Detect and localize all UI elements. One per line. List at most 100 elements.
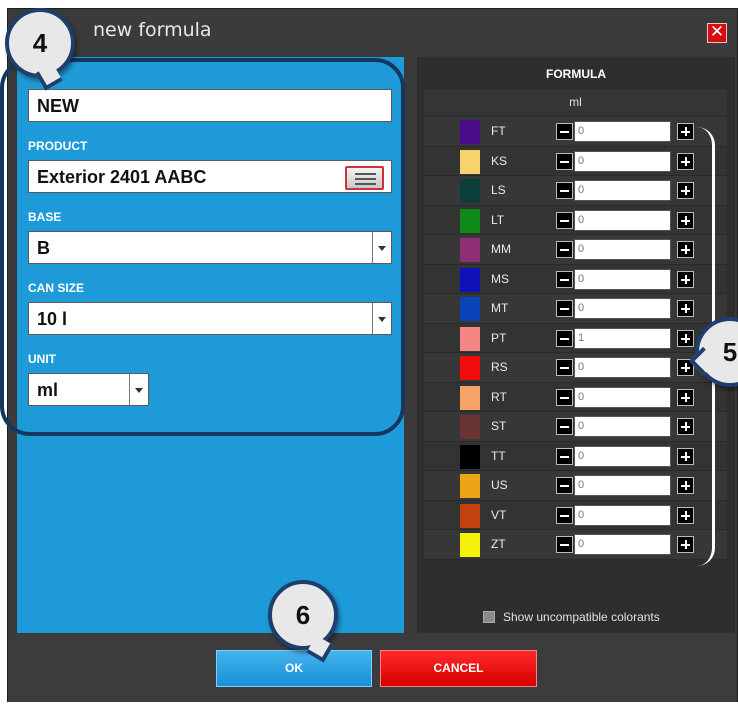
formula-name-field[interactable]: NEW [28,89,392,122]
colorant-swatch [460,120,480,144]
increment-button[interactable] [677,123,694,140]
colorant-quantity-input[interactable]: 1 [574,327,671,349]
colorant-row-ks: KS 0 [424,146,727,176]
colorant-swatch [460,326,480,351]
colorant-swatch [460,385,480,410]
decrement-button[interactable] [556,477,573,494]
colorant-quantity-input[interactable]: 0 [574,121,671,142]
increment-button[interactable] [677,182,694,199]
colorant-swatch [460,238,480,262]
decrement-button[interactable] [556,447,573,465]
increment-button[interactable] [677,536,694,553]
decrement-button[interactable] [556,152,573,170]
colorant-quantity-input[interactable]: 0 [574,357,671,378]
decrement-button[interactable] [556,211,573,229]
can-size-dropdown[interactable]: 10 l [28,302,392,335]
unit-label: UNIT [28,352,56,366]
unit-dropdown[interactable]: ml [28,373,149,406]
colorant-quantity-input[interactable]: 0 [574,445,671,467]
colorant-row-pt: PT 1 [424,323,727,353]
base-label: BASE [28,210,62,224]
increment-button[interactable] [677,152,694,170]
colorant-code: VT [491,507,507,522]
colorant-quantity-input[interactable]: 0 [574,239,671,260]
decrement-button[interactable] [556,506,573,524]
decrement-button[interactable] [556,418,573,435]
decrement-button[interactable] [556,241,573,258]
increment-button[interactable] [677,270,694,288]
formula-name-value: NEW [37,96,79,116]
increment-button[interactable] [677,447,694,465]
decrement-button[interactable] [556,182,573,199]
colorant-code: TT [491,448,506,463]
close-button[interactable]: ✕ [707,23,727,43]
unit-value: ml [37,380,59,400]
colorant-row-rt: RT 0 [424,382,727,412]
increment-button[interactable] [677,506,694,524]
colorant-code: FT [491,124,506,138]
colorant-swatch [460,415,480,439]
increment-button[interactable] [677,388,694,406]
colorant-code: LT [491,212,505,227]
colorant-swatch [460,179,480,203]
product-field[interactable]: Exterior 2401 AABC [28,160,392,193]
show-uncompatible-checkbox[interactable] [483,611,495,623]
decrement-button[interactable] [556,300,573,317]
product-value: Exterior 2401 AABC [37,167,207,187]
colorant-swatch [460,149,480,174]
unit-column-header: ml [424,89,727,115]
colorant-row-ls: LS 0 [424,176,727,206]
colorant-code: LS [491,183,506,197]
decrement-button[interactable] [556,329,573,347]
colorant-quantity-input[interactable]: 0 [574,416,671,437]
increment-button[interactable] [677,300,694,317]
colorant-quantity-input[interactable]: 0 [574,504,671,526]
colorant-swatch [460,533,480,557]
decrement-button[interactable] [556,388,573,406]
product-list-icon[interactable] [345,166,384,190]
colorant-quantity-input[interactable]: 0 [574,180,671,201]
colorant-quantity-input[interactable]: 0 [574,298,671,319]
button-bar: OK CANCEL [8,634,737,702]
colorant-quantity-input[interactable]: 0 [574,150,671,172]
colorant-code: RS [491,360,508,374]
decrement-button[interactable] [556,536,573,553]
ok-button[interactable]: OK [216,650,372,687]
new-formula-dialog: new formula ✕ NEW PRODUCT Exterior 2401 … [7,8,738,702]
increment-button[interactable] [677,329,694,347]
colorant-row-mt: MT 0 [424,294,727,324]
cancel-button[interactable]: CANCEL [380,650,537,687]
can-size-label: CAN SIZE [28,281,85,295]
colorant-row-ms: MS 0 [424,264,727,294]
show-uncompatible-toggle[interactable]: Show uncompatible colorants [483,610,660,624]
increment-button[interactable] [677,211,694,229]
increment-button[interactable] [677,477,694,494]
colorant-row-us: US 0 [424,471,727,501]
show-uncompatible-label: Show uncompatible colorants [503,610,660,624]
title-bar: new formula ✕ [8,9,737,53]
colorant-quantity-input[interactable]: 0 [574,268,671,290]
decrement-button[interactable] [556,359,573,376]
colorant-row-st: ST 0 [424,412,727,442]
increment-button[interactable] [677,418,694,435]
colorant-quantity-input[interactable]: 0 [574,209,671,231]
base-dropdown[interactable]: B [28,231,392,264]
decrement-button[interactable] [556,123,573,140]
chevron-down-icon[interactable] [129,374,148,405]
decrement-button[interactable] [556,270,573,288]
chevron-down-icon[interactable] [372,232,391,263]
colorant-code: US [491,478,508,492]
formula-title: FORMULA [546,67,606,81]
colorant-quantity-input[interactable]: 0 [574,386,671,408]
chevron-down-icon[interactable] [372,303,391,334]
colorant-code: MS [491,271,509,286]
colorant-quantity-input[interactable]: 0 [574,475,671,496]
increment-button[interactable] [677,241,694,258]
colorant-swatch [460,297,480,321]
colorant-quantity-input[interactable]: 0 [574,534,671,555]
colorant-row-zt: ZT 0 [424,530,727,560]
product-label: PRODUCT [28,139,88,153]
colorant-swatch [460,356,480,380]
colorant-code: ST [491,419,507,433]
base-value: B [37,238,50,258]
